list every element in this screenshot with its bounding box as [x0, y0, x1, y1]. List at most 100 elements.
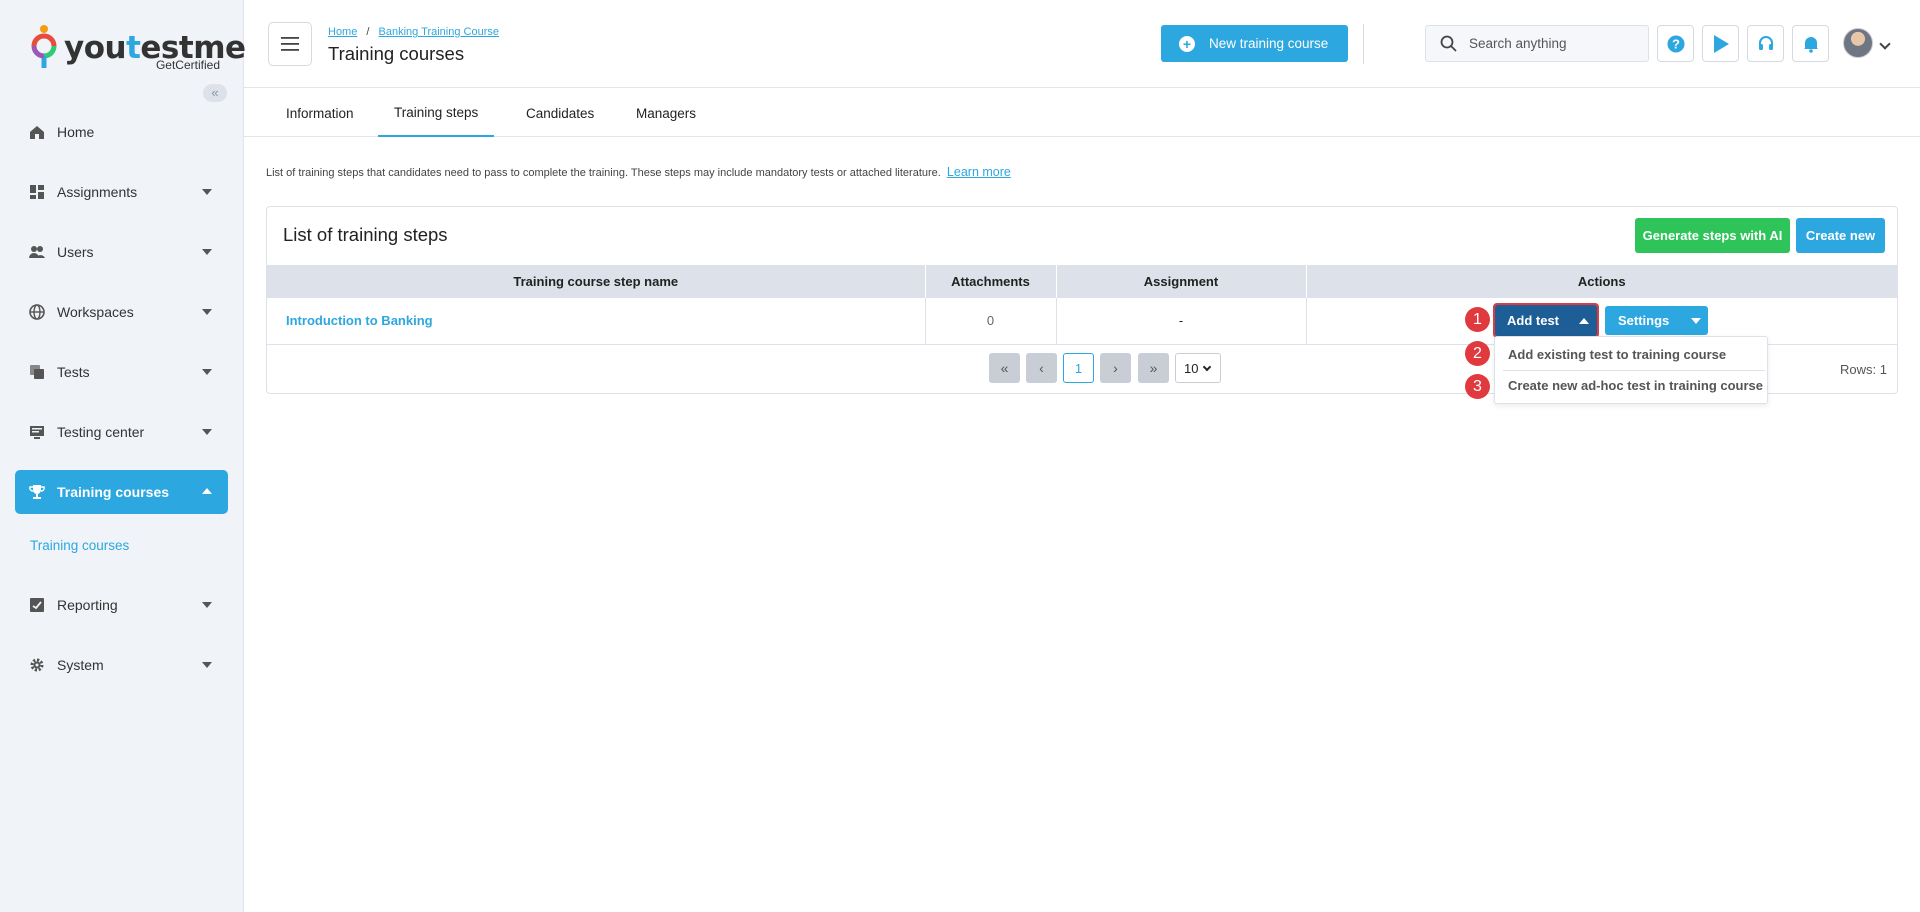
sidebar-item-label: Workspaces	[57, 304, 134, 320]
description-text: List of training steps that candidates n…	[266, 167, 941, 179]
page-size-select[interactable]: 10	[1175, 353, 1221, 383]
chevron-left-icon: ‹	[1039, 360, 1044, 376]
page-title: Training courses	[328, 43, 465, 64]
help-button[interactable]: ?	[1657, 25, 1694, 62]
create-adhoc-test-option[interactable]: Create new ad-hoc test in training cours…	[1508, 378, 1763, 393]
dashboard-icon	[29, 184, 45, 200]
global-search[interactable]	[1425, 25, 1649, 62]
page-size-value: 10	[1184, 360, 1199, 376]
rows-count: Rows: 1	[1840, 362, 1887, 377]
dropdown-divider	[1503, 370, 1765, 371]
avatar[interactable]	[1843, 28, 1873, 58]
add-test-label: Add test	[1507, 313, 1559, 328]
sidebar-item-home[interactable]: Home	[15, 110, 228, 154]
notifications-button[interactable]	[1792, 25, 1829, 62]
sidebar-subitem-training-courses[interactable]: Training courses	[30, 538, 129, 553]
add-existing-test-option[interactable]: Add existing test to training course	[1508, 347, 1726, 362]
sidebar-item-training-courses[interactable]: Training courses	[15, 470, 228, 514]
double-chevron-left-icon: «	[211, 85, 219, 100]
step-marker-2: 2	[1465, 341, 1490, 366]
gear-icon	[29, 657, 45, 673]
plus-circle-icon: +	[1179, 35, 1195, 52]
card-title: List of training steps	[283, 224, 448, 245]
chevron-down-icon[interactable]	[1879, 38, 1891, 50]
step-marker-3: 3	[1465, 374, 1490, 399]
search-input[interactable]	[1469, 36, 1639, 51]
new-training-course-label: New training course	[1209, 36, 1329, 51]
attachments-cell: 0	[925, 298, 1057, 345]
new-training-course-button[interactable]: + New training course	[1161, 25, 1348, 62]
step-name-link[interactable]: Introduction to Banking	[267, 298, 926, 345]
home-icon	[29, 124, 45, 140]
tab-candidates[interactable]: Candidates	[510, 89, 610, 137]
sidebar-item-reporting[interactable]: Reporting	[15, 583, 228, 627]
tutorial-play-button[interactable]	[1702, 25, 1739, 62]
chevron-right-icon: ›	[1113, 360, 1118, 376]
sidebar-item-label: Users	[57, 244, 94, 260]
tab-bar: Information Training steps Candidates Ma…	[244, 89, 1920, 137]
caret-down-icon	[202, 429, 212, 435]
column-header-assignment[interactable]: Assignment	[1056, 265, 1307, 298]
support-button[interactable]	[1747, 25, 1784, 62]
top-header: Home / Banking Training Course Training …	[244, 0, 1920, 88]
sidebar-item-system[interactable]: System	[15, 643, 228, 687]
table-header-row: Training course step name Attachments As…	[267, 265, 1897, 298]
question-circle-icon: ?	[1667, 35, 1684, 52]
generate-steps-ai-button[interactable]: Generate steps with AI	[1635, 218, 1790, 253]
column-header-actions: Actions	[1306, 265, 1897, 298]
caret-down-icon	[202, 249, 212, 255]
page-number-button[interactable]: 1	[1063, 353, 1094, 383]
column-header-step-name[interactable]: Training course step name	[267, 265, 926, 298]
caret-down-icon	[1691, 317, 1702, 324]
logo-part: t	[126, 30, 141, 66]
globe-icon	[29, 304, 45, 320]
first-page-button[interactable]: «	[989, 353, 1020, 383]
tab-managers[interactable]: Managers	[620, 89, 712, 137]
logo[interactable]: youtestme GetCertified	[30, 22, 246, 74]
caret-up-icon	[1579, 317, 1589, 324]
collapse-sidebar-button[interactable]: «	[203, 84, 227, 102]
sidebar-item-label: System	[57, 657, 104, 673]
bell-icon	[1803, 36, 1818, 53]
next-page-button[interactable]: ›	[1100, 353, 1131, 383]
caret-down-icon	[202, 189, 212, 195]
assignment-cell: -	[1056, 298, 1307, 345]
logo-mark-icon	[31, 25, 57, 68]
learn-more-link[interactable]: Learn more	[947, 165, 1011, 179]
last-page-button[interactable]: »	[1138, 353, 1169, 383]
double-chevron-left-icon: «	[1000, 360, 1009, 376]
caret-down-icon	[202, 309, 212, 315]
step-marker-1: 1	[1465, 307, 1490, 332]
add-test-button[interactable]: Add test	[1493, 303, 1599, 338]
report-icon	[29, 597, 45, 613]
play-icon	[1713, 34, 1729, 53]
double-chevron-right-icon: »	[1149, 360, 1158, 376]
logo-subtitle: GetCertified	[155, 58, 220, 72]
breadcrumb: Home / Banking Training Course	[328, 26, 499, 38]
tab-training-steps[interactable]: Training steps	[378, 89, 495, 137]
sidebar-item-workspaces[interactable]: Workspaces	[15, 290, 228, 334]
add-test-dropdown: Add existing test to training course Cre…	[1494, 336, 1768, 404]
tab-information[interactable]: Information	[270, 89, 370, 137]
sidebar-item-assignments[interactable]: Assignments	[15, 170, 228, 214]
menu-toggle-button[interactable]	[268, 22, 312, 66]
svg-text:?: ?	[1672, 36, 1680, 51]
column-header-attachments[interactable]: Attachments	[925, 265, 1057, 298]
sidebar-item-tests[interactable]: Tests	[15, 350, 228, 394]
sidebar-item-testing-center[interactable]: Testing center	[15, 410, 228, 454]
settings-button[interactable]: Settings	[1605, 306, 1708, 335]
breadcrumb-course-link[interactable]: Banking Training Course	[379, 26, 499, 38]
monitor-icon	[29, 424, 45, 440]
hamburger-icon	[281, 37, 299, 51]
prev-page-button[interactable]: ‹	[1026, 353, 1057, 383]
users-icon	[29, 244, 45, 260]
settings-label: Settings	[1618, 313, 1670, 328]
caret-down-icon	[202, 369, 212, 375]
headset-icon	[1758, 35, 1773, 50]
breadcrumb-home-link[interactable]: Home	[328, 26, 357, 38]
tests-icon	[29, 364, 45, 380]
caret-up-icon	[202, 488, 212, 494]
sidebar-item-users[interactable]: Users	[15, 230, 228, 274]
sidebar-item-label: Home	[57, 124, 95, 140]
create-new-button[interactable]: Create new	[1796, 218, 1885, 253]
